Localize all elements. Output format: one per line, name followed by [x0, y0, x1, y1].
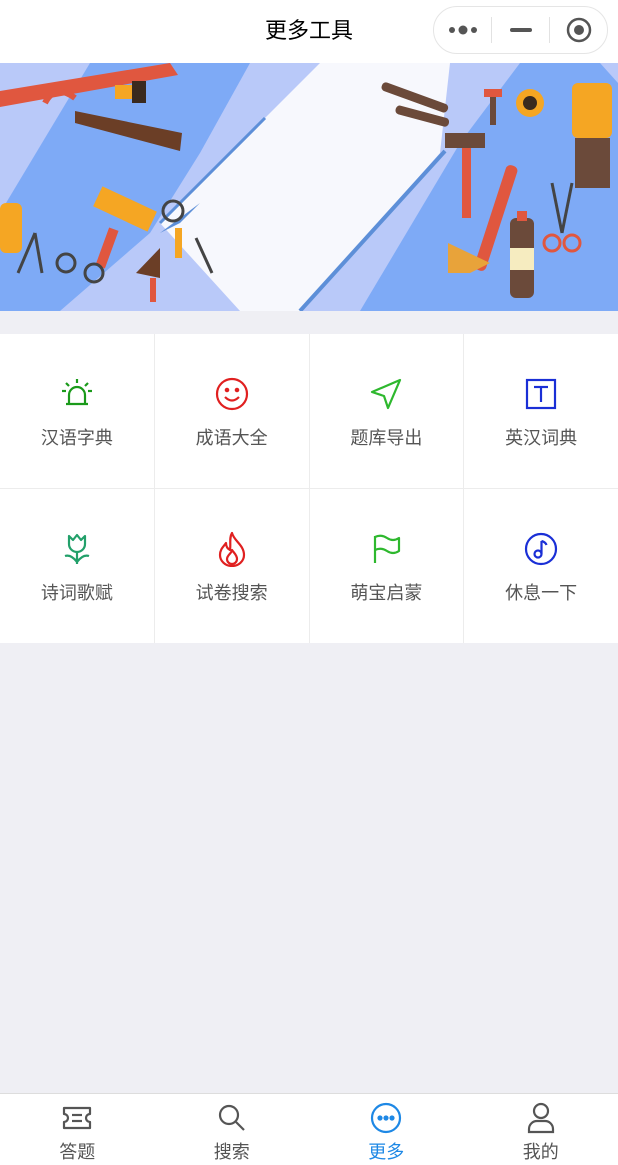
smile-icon — [214, 376, 250, 412]
target-circle-icon — [566, 17, 591, 43]
minus-icon — [509, 28, 532, 32]
tool-item-exam-search[interactable]: 试卷搜索 — [154, 489, 309, 643]
bottom-tab-bar: 答题 搜索 更多 我的 — [0, 1093, 618, 1165]
tab-search[interactable]: 搜索 — [155, 1094, 310, 1165]
tool-item-chinese-dictionary[interactable]: 汉语字典 — [0, 334, 154, 488]
minimize-button[interactable] — [492, 7, 549, 53]
tool-label: 萌宝启蒙 — [350, 583, 423, 604]
tab-label: 更多 — [368, 1142, 405, 1163]
user-icon — [525, 1102, 557, 1134]
tool-item-poetry[interactable]: 诗词歌赋 — [0, 489, 154, 643]
more-circle-icon — [370, 1102, 402, 1134]
tool-item-question-bank-export[interactable]: 题库导出 — [309, 334, 464, 488]
more-options-button[interactable] — [434, 7, 491, 53]
flag-icon — [368, 531, 404, 567]
tool-item-english-chinese-dictionary[interactable]: 英汉词典 — [464, 334, 618, 488]
mini-program-capsule — [433, 6, 608, 54]
tab-label: 我的 — [522, 1142, 559, 1163]
search-icon — [216, 1102, 248, 1134]
text-box-icon — [523, 376, 559, 412]
tab-answer[interactable]: 答题 — [0, 1094, 155, 1165]
tool-item-take-a-break[interactable]: 休息一下 — [464, 489, 618, 643]
tool-label: 英汉词典 — [505, 428, 578, 449]
tools-banner-image — [0, 63, 618, 311]
tool-label: 题库导出 — [350, 428, 423, 449]
tool-label: 成语大全 — [195, 428, 268, 449]
tool-label: 休息一下 — [505, 583, 578, 604]
tool-item-kids-enlightenment[interactable]: 萌宝启蒙 — [309, 489, 464, 643]
ticket-icon — [61, 1102, 93, 1134]
tab-more[interactable]: 更多 — [309, 1094, 464, 1165]
tool-item-idiom-collection[interactable]: 成语大全 — [154, 334, 309, 488]
navigation-bar: 更多工具 — [0, 0, 618, 63]
fire-icon — [214, 531, 250, 567]
tool-label: 试卷搜索 — [195, 583, 268, 604]
music-note-icon — [523, 531, 559, 567]
tools-grid: 汉语字典 成语大全 题库导出 英汉词典 诗词歌赋 试卷搜索 萌宝启蒙 休息一下 — [0, 334, 618, 643]
tab-label: 搜索 — [213, 1142, 250, 1163]
tab-mine[interactable]: 我的 — [464, 1094, 618, 1165]
tab-label: 答题 — [59, 1142, 96, 1163]
tool-label: 诗词歌赋 — [40, 583, 113, 604]
alarm-light-icon — [59, 376, 95, 412]
tool-label: 汉语字典 — [40, 428, 113, 449]
close-mini-program-button[interactable] — [550, 7, 607, 53]
tulip-icon — [59, 531, 95, 567]
navigation-arrow-icon — [368, 376, 404, 412]
more-dots-icon — [448, 25, 477, 35]
